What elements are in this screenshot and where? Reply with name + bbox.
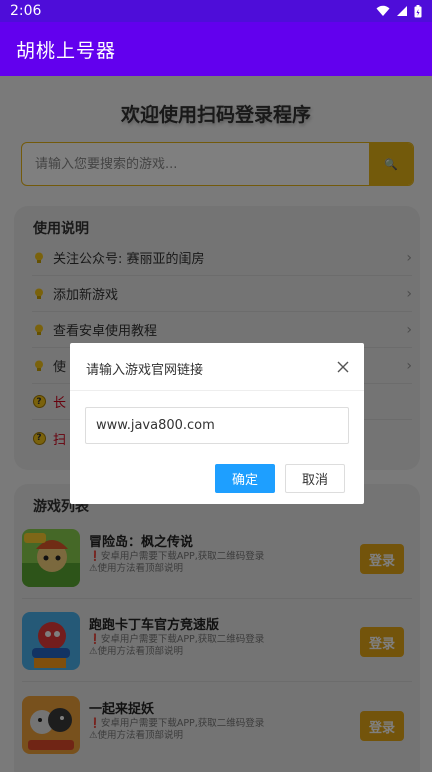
status-bar: 2:06: [0, 0, 432, 22]
url-input[interactable]: [85, 407, 349, 444]
battery-icon: [414, 4, 422, 17]
status-time: 2:06: [10, 3, 42, 19]
url-dialog: 请输入游戏官网链接 确定 取消: [70, 343, 364, 504]
dialog-divider: [70, 390, 364, 391]
close-icon[interactable]: [336, 360, 350, 374]
cancel-button[interactable]: 取消: [285, 464, 345, 493]
app-bar: 胡桃上号器: [0, 22, 432, 76]
dialog-title: 请输入游戏官网链接: [86, 363, 204, 378]
signal-icon: [397, 6, 407, 16]
app-title: 胡桃上号器: [16, 39, 117, 62]
confirm-button[interactable]: 确定: [215, 464, 275, 493]
wifi-icon: [376, 5, 390, 16]
